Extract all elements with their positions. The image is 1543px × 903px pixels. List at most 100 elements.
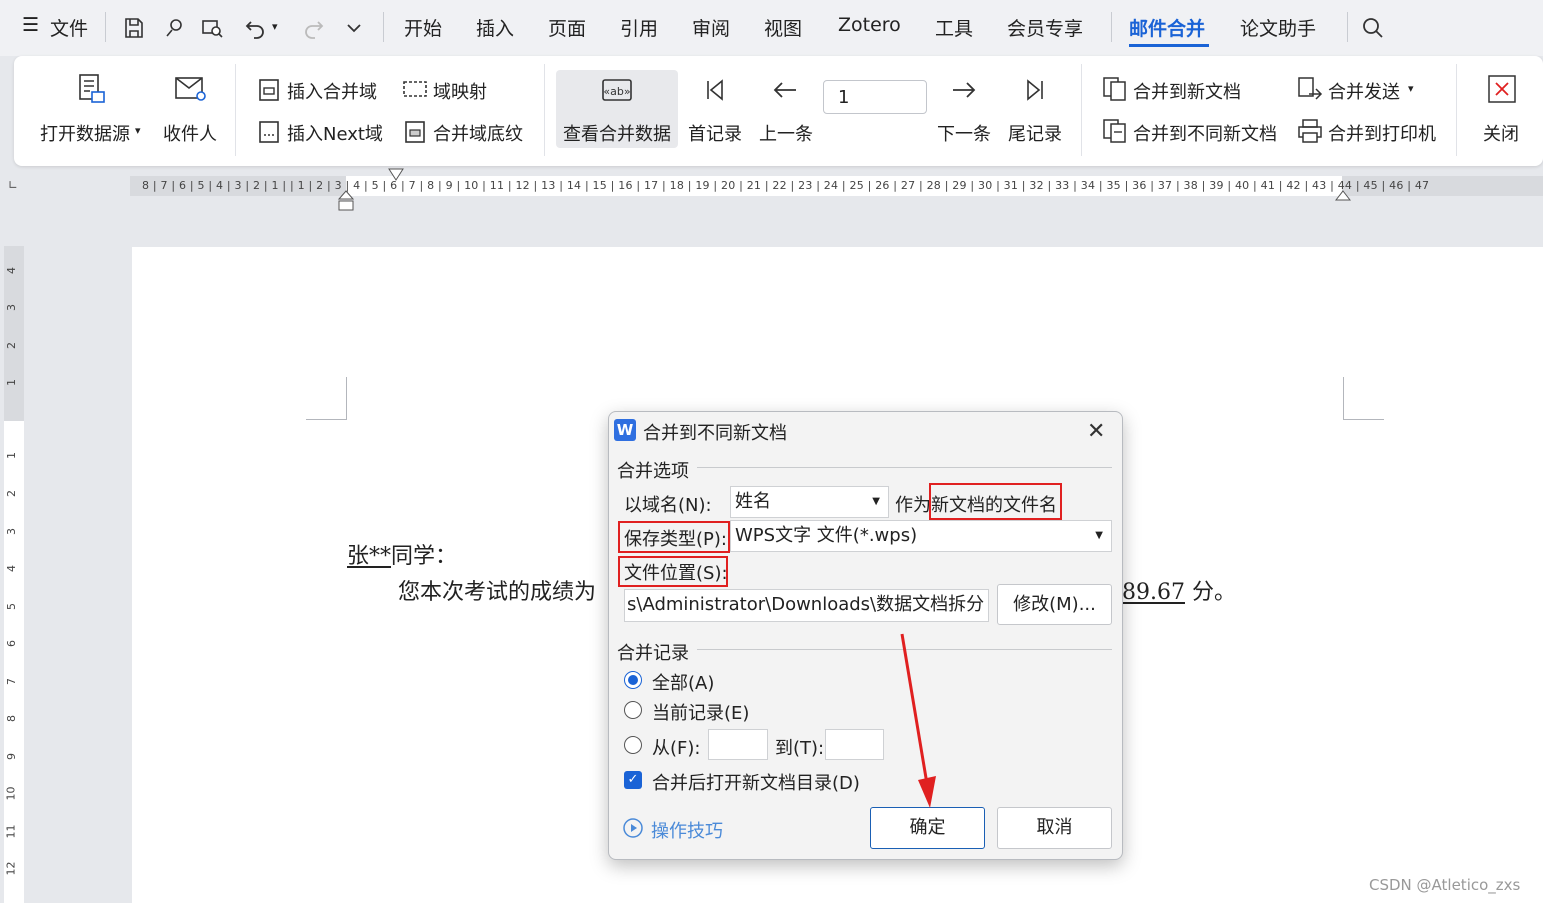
all-records-radio[interactable]: [624, 671, 642, 689]
current-record-radio[interactable]: [624, 701, 642, 719]
tips-link[interactable]: 操作技巧: [651, 817, 723, 843]
printer-icon[interactable]: [1297, 118, 1323, 144]
tab-tools[interactable]: 工具: [935, 14, 973, 41]
tab-insert[interactable]: 插入: [476, 14, 514, 41]
divider: [1456, 64, 1457, 156]
tab-home[interactable]: 开始: [404, 14, 442, 41]
save-type-select[interactable]: WPS文字 文件(*.wps) ▼: [730, 520, 1112, 552]
merge-to-printer-button[interactable]: 合并到打印机: [1328, 120, 1436, 146]
view-merged-data-label: 查看合并数据: [563, 124, 671, 145]
tab-zotero[interactable]: Zotero: [838, 14, 901, 36]
merge-to-new-doc-button[interactable]: 合并到新文档: [1133, 78, 1241, 104]
merge-field-shading-icon[interactable]: [404, 120, 426, 144]
view-merged-data-icon[interactable]: «ab»: [601, 76, 633, 104]
field-name-select[interactable]: 姓名 ▼: [730, 486, 889, 518]
menu-bar: ☰ 文件 ▾ 开始 插入 页面 引用 审阅 视图 Zotero 工具 会员专享 …: [0, 0, 1543, 56]
vertical-ruler[interactable]: 4 3 2 1 1 2 3 4 5 6 7 8 9 10 11 12: [4, 246, 24, 903]
play-tips-icon[interactable]: [622, 817, 644, 839]
arrow-left-icon[interactable]: [772, 78, 798, 102]
open-dir-checkbox[interactable]: ✓: [624, 771, 642, 789]
modify-button[interactable]: 修改(M)...: [997, 584, 1112, 625]
document-greeting: 张**同学：: [347, 538, 457, 570]
from-input[interactable]: [708, 729, 768, 760]
margin-corner-mark: [1343, 377, 1384, 420]
print-preview-icon[interactable]: [200, 16, 224, 40]
range-radio[interactable]: [624, 736, 642, 754]
merge-send-icon[interactable]: [1297, 76, 1323, 102]
first-record-icon[interactable]: [703, 78, 727, 102]
insert-next-field-button[interactable]: 插入Next域: [287, 120, 383, 146]
merge-to-different-docs-icon[interactable]: [1102, 118, 1128, 144]
record-number-field[interactable]: 1: [823, 80, 927, 114]
dialog-title: 合并到不同新文档: [643, 423, 787, 444]
document-score-line: 89.67 分。: [1122, 574, 1236, 606]
merge-field-shading-button[interactable]: 合并域底纹: [433, 120, 523, 146]
tab-mail-merge[interactable]: 邮件合并: [1129, 14, 1205, 41]
divider: [105, 12, 106, 42]
active-tab-indicator: [1129, 44, 1209, 47]
last-record-button[interactable]: 尾记录: [1008, 120, 1062, 146]
ok-button[interactable]: 确定: [870, 807, 985, 849]
tab-view[interactable]: 视图: [764, 14, 802, 41]
field-name-value: 姓名: [735, 491, 771, 512]
close-icon[interactable]: [1487, 74, 1517, 104]
recipients-icon[interactable]: [174, 72, 208, 106]
tab-stop-selector[interactable]: ∟: [8, 178, 18, 192]
close-button[interactable]: 关闭: [1483, 120, 1519, 146]
search-icon[interactable]: [1361, 16, 1385, 40]
divider: [235, 64, 236, 156]
ruler-numbers: 8 | 7 | 6 | 5 | 4 | 3 | 2 | 1 | | 1 | 2 …: [142, 179, 1430, 192]
arrow-right-icon[interactable]: [951, 78, 977, 102]
right-indent-marker[interactable]: [1335, 190, 1351, 202]
insert-merge-field-button[interactable]: 插入合并域: [287, 78, 377, 104]
cancel-button[interactable]: 取消: [997, 807, 1112, 849]
merge-send-button[interactable]: 合并发送: [1328, 78, 1400, 104]
file-menu[interactable]: 文件: [50, 14, 88, 41]
undo-icon[interactable]: [243, 16, 267, 40]
insert-merge-field-icon[interactable]: [258, 78, 280, 102]
first-line-indent-marker[interactable]: [388, 168, 404, 182]
merge-to-different-docs-dialog: W 合并到不同新文档 ✕ 合并选项 以域名(N): 姓名 ▼ 作为 新文档的文件名…: [608, 411, 1123, 860]
tab-page[interactable]: 页面: [548, 14, 586, 41]
field-mapping-button[interactable]: 域映射: [433, 78, 487, 104]
tab-member[interactable]: 会员专享: [1007, 14, 1083, 41]
file-location-input[interactable]: s\Administrator\Downloads\数据文档拆分: [624, 589, 989, 622]
ruler-number: 4: [5, 565, 18, 572]
left-indent-marker[interactable]: [338, 190, 354, 212]
highlight-box: [618, 521, 730, 553]
close-icon[interactable]: ✕: [1087, 419, 1105, 444]
redo-icon[interactable]: [302, 16, 326, 40]
output-icon[interactable]: [162, 16, 186, 40]
chevron-down-icon[interactable]: ▾: [272, 20, 278, 33]
tab-references[interactable]: 引用: [620, 14, 658, 41]
save-type-value: WPS文字 文件(*.wps): [735, 525, 918, 546]
merge-to-new-doc-icon[interactable]: [1102, 76, 1128, 102]
merge-to-different-docs-button[interactable]: 合并到不同新文档: [1133, 120, 1277, 146]
chevron-down-icon[interactable]: ▾: [135, 124, 141, 137]
margin-corner-mark: [306, 377, 347, 420]
recipients-button[interactable]: 收件人: [163, 120, 217, 146]
ruler-number: 3: [5, 528, 18, 535]
field-mapping-icon[interactable]: [402, 78, 428, 102]
ruler-number: 1: [5, 452, 18, 459]
divider: [383, 12, 384, 42]
chevron-down-icon[interactable]: [342, 16, 366, 40]
highlight-box: [618, 556, 728, 587]
chevron-down-icon[interactable]: ▾: [1408, 82, 1414, 95]
open-datasource-icon[interactable]: [76, 72, 108, 106]
hamburger-menu-icon[interactable]: ☰: [22, 14, 39, 36]
current-record-label: 当前记录(E): [652, 703, 750, 724]
tab-paper-assistant[interactable]: 论文助手: [1240, 14, 1316, 41]
ruler-number: 6: [5, 640, 18, 647]
save-icon[interactable]: [122, 16, 146, 40]
tab-review[interactable]: 审阅: [692, 14, 730, 41]
open-datasource-button[interactable]: 打开数据源: [40, 120, 130, 146]
last-record-icon[interactable]: [1023, 78, 1047, 102]
to-input[interactable]: [825, 729, 884, 760]
next-record-button[interactable]: 下一条: [937, 120, 991, 146]
merge-field-score: 89.67: [1122, 580, 1185, 605]
prev-record-button[interactable]: 上一条: [759, 120, 813, 146]
first-record-button[interactable]: 首记录: [688, 120, 742, 146]
insert-next-field-icon[interactable]: [258, 120, 280, 144]
open-dir-label: 合并后打开新文档目录(D): [652, 773, 860, 794]
